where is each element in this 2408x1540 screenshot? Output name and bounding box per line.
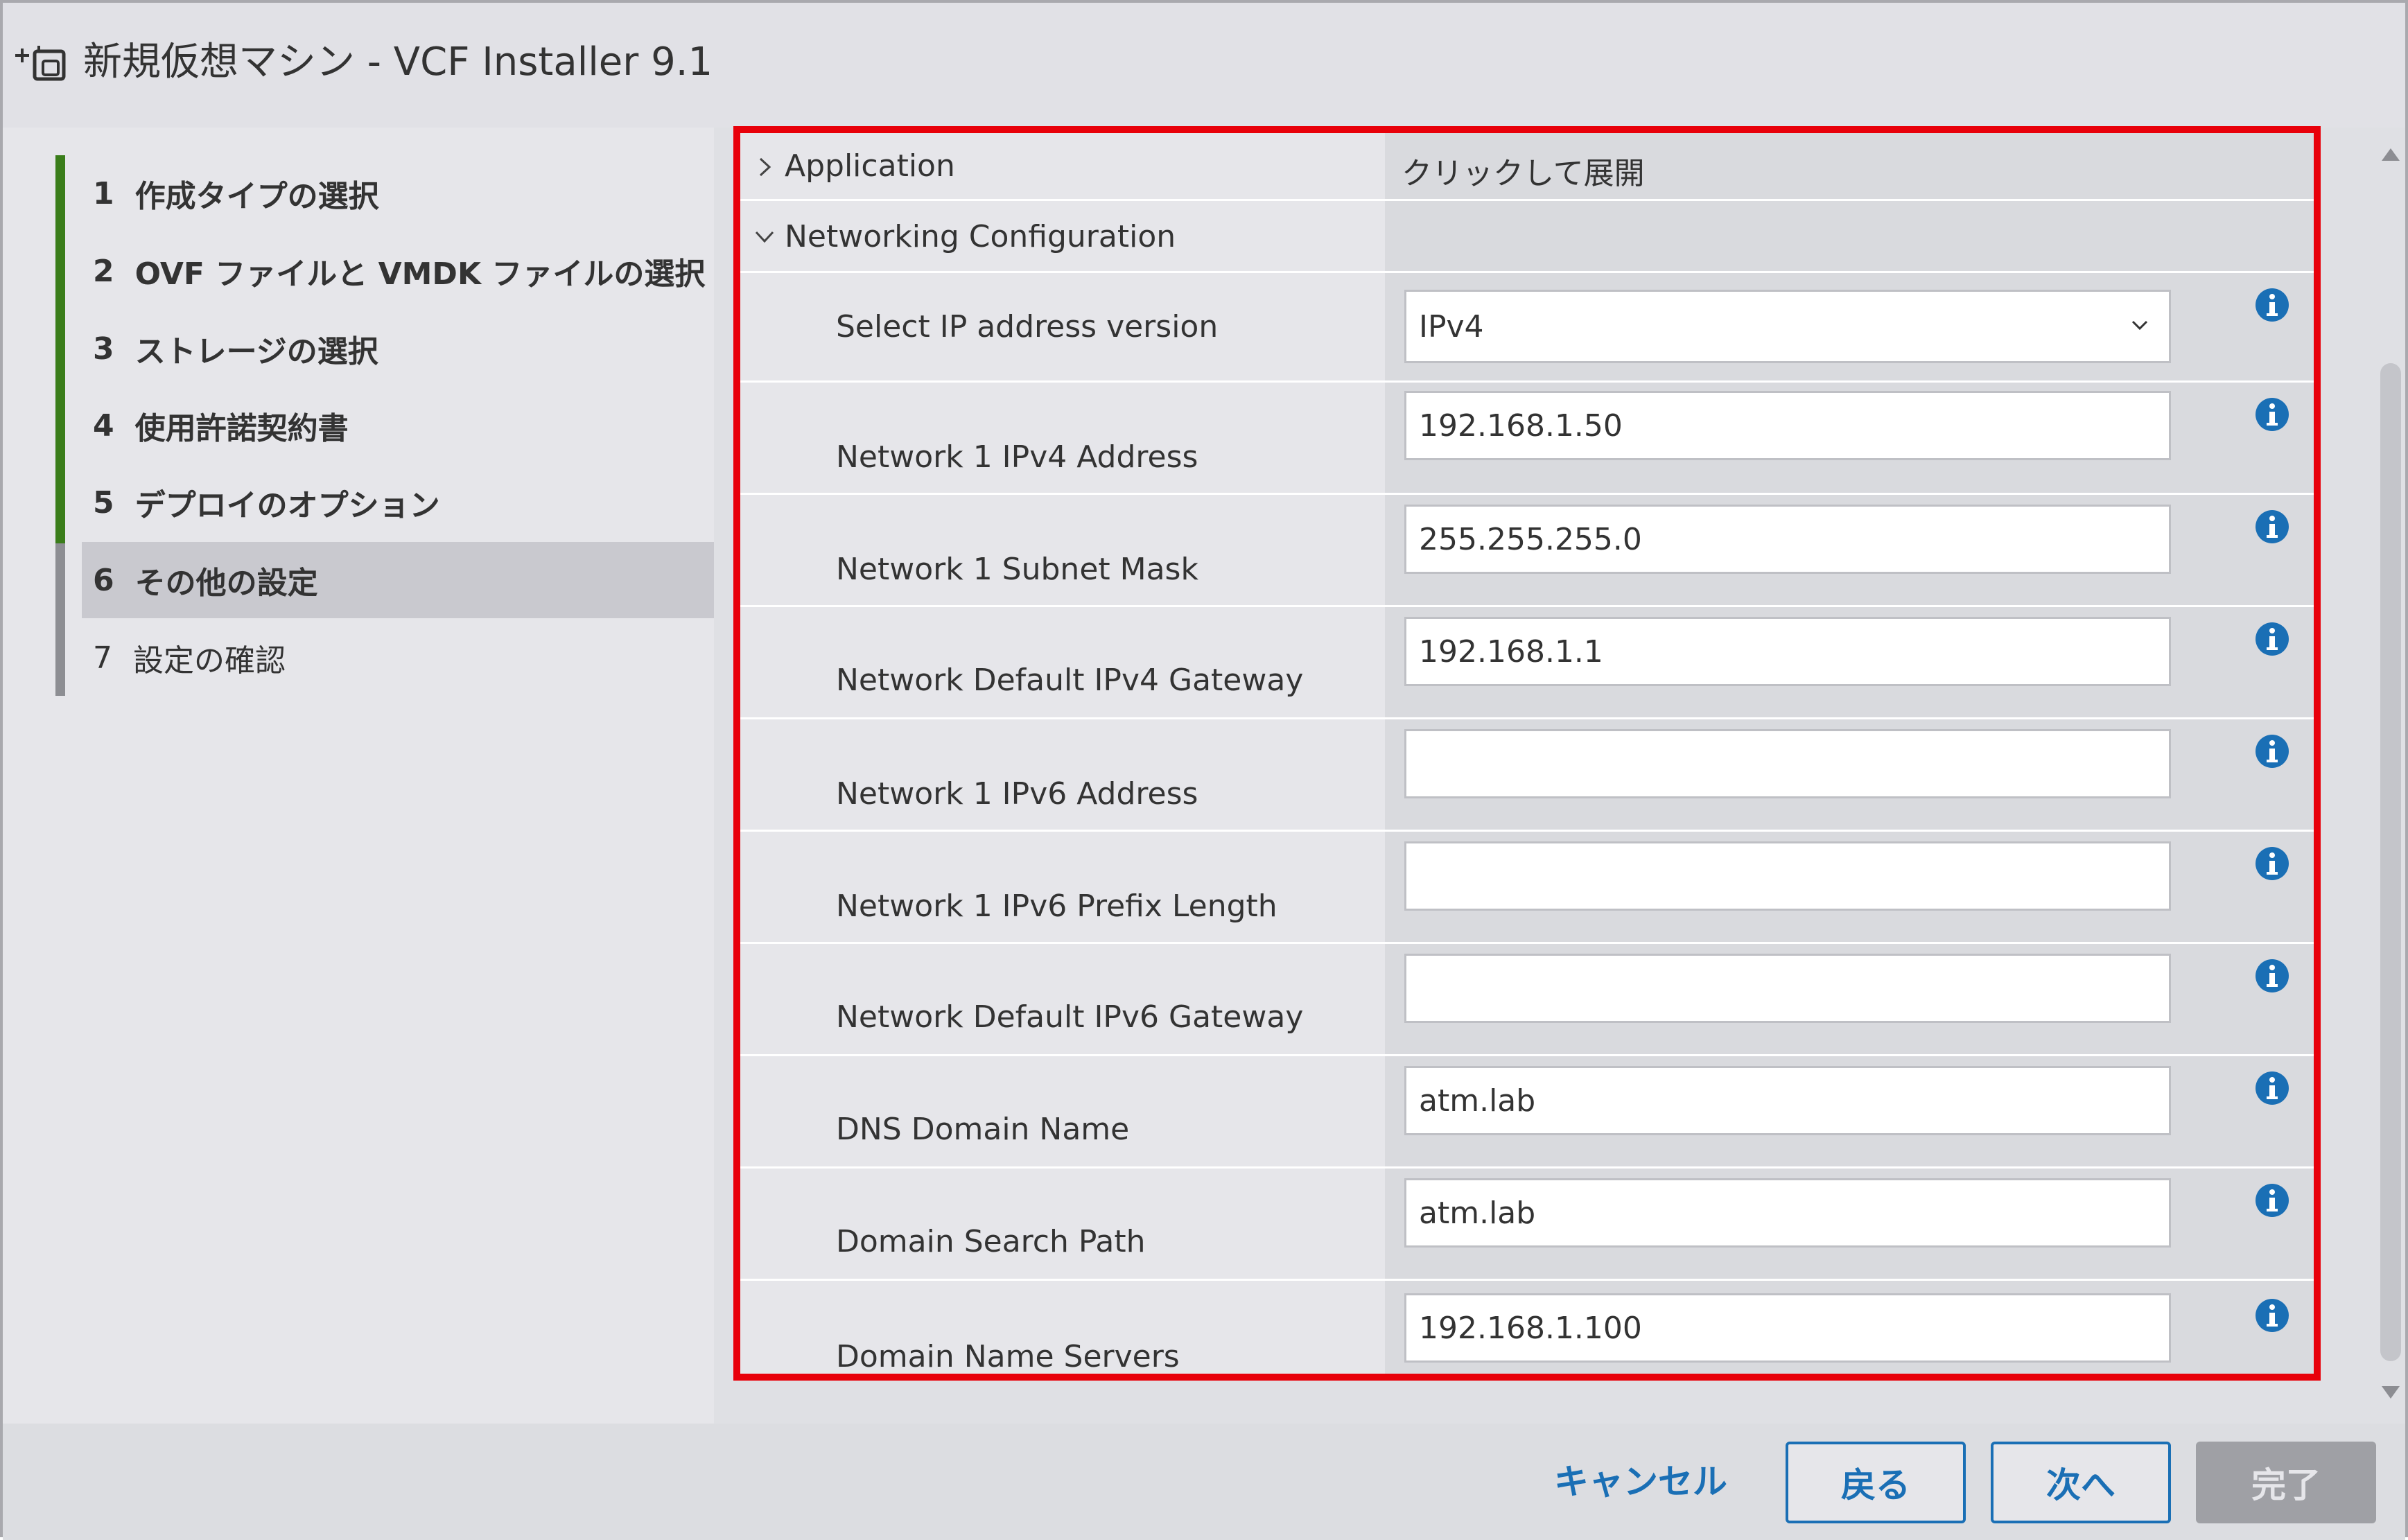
select-value: IPv4 [1419, 308, 1484, 344]
domain-name-servers-row: Domain Name Servers 192.168.1.100 [740, 1281, 2314, 1381]
deploy-ovf-icon [15, 46, 66, 81]
step-current-bar [55, 543, 65, 620]
step-7: 7 設定の確認 [55, 620, 714, 696]
input-value: 192.168.1.50 [1419, 408, 1623, 444]
step-label: その他の設定 [134, 566, 318, 601]
ipv4-address-row: Network 1 IPv4 Address 192.168.1.50 [740, 383, 2314, 495]
step-2[interactable]: 2 OVF ファイルと VMDK ファイルの選択 [55, 233, 714, 309]
ipv6-address-row: Network 1 IPv6 Address [740, 719, 2314, 832]
scroll-down-arrow-icon[interactable] [2379, 1382, 2402, 1403]
expand-hint[interactable]: クリックして展開 [1402, 148, 1645, 193]
subnet-mask-input[interactable]: 255.255.255.0 [1404, 505, 2171, 574]
ipv4-gateway-input[interactable]: 192.168.1.1 [1404, 617, 2171, 686]
info-icon[interactable] [2254, 509, 2290, 545]
step-label: ストレージの選択 [134, 334, 378, 369]
row-value-cell [1385, 201, 2314, 271]
field-label: DNS Domain Name [836, 1112, 1130, 1147]
cancel-button[interactable]: キャンセル [1554, 1454, 1727, 1504]
ipv6-address-input[interactable] [1404, 729, 2171, 798]
back-button[interactable]: 戻る [1786, 1442, 1966, 1523]
application-section-label: Application [785, 148, 955, 184]
application-section-row[interactable]: Application クリックして展開 [740, 133, 2314, 201]
step-6-current[interactable]: 6 その他の設定 [82, 542, 714, 618]
scroll-thumb[interactable] [2380, 363, 2401, 1361]
ip-version-row: Select IP address version IPv4 [740, 273, 2314, 383]
dns-domain-row: DNS Domain Name atm.lab [740, 1056, 2314, 1169]
step-1[interactable]: 1 作成タイプの選択 [55, 155, 714, 231]
info-icon[interactable] [2254, 1070, 2290, 1106]
field-label: Network 1 IPv4 Address [836, 439, 1198, 475]
ipv6-gateway-row: Network Default IPv6 Gateway [740, 944, 2314, 1056]
subnet-mask-row: Network 1 Subnet Mask 255.255.255.0 [740, 495, 2314, 607]
info-icon[interactable] [2254, 958, 2290, 994]
field-label: Network 1 Subnet Mask [836, 552, 1198, 587]
ipv6-prefix-row: Network 1 IPv6 Prefix Length [740, 832, 2314, 944]
field-label: Select IP address version [836, 309, 1219, 344]
step-label: 作成タイプの選択 [134, 179, 379, 214]
input-value: 192.168.1.1 [1419, 633, 1603, 670]
info-icon[interactable] [2254, 733, 2290, 769]
input-value: atm.lab [1419, 1195, 1536, 1231]
scroll-up-arrow-icon[interactable] [2379, 144, 2402, 165]
field-label: Network Default IPv6 Gateway [836, 999, 1304, 1035]
field-label: Domain Name Servers [836, 1339, 1180, 1374]
info-icon[interactable] [2254, 1297, 2290, 1333]
title-bar: 新規仮想マシン - VCF Installer 9.1 [3, 3, 2405, 128]
row-label-cell [740, 495, 1385, 605]
info-icon[interactable] [2254, 621, 2290, 657]
step-4[interactable]: 4 使用許諾契約書 [55, 387, 714, 464]
step-number: 3 [93, 331, 114, 367]
info-icon[interactable] [2254, 396, 2290, 432]
row-label-cell [740, 383, 1385, 493]
field-label: Network 1 IPv6 Prefix Length [836, 889, 1277, 924]
ip-version-select[interactable]: IPv4 [1404, 290, 2171, 363]
networking-section-row[interactable]: Networking Configuration [740, 201, 2314, 273]
step-number: 1 [93, 175, 114, 211]
domain-search-path-input[interactable]: atm.lab [1404, 1178, 2171, 1248]
domain-search-path-row: Domain Search Path atm.lab [740, 1169, 2314, 1281]
step-label: 使用許諾契約書 [134, 411, 349, 446]
step-3[interactable]: 3 ストレージの選択 [55, 310, 714, 387]
step-label: デプロイのオプション [134, 488, 440, 523]
networking-section-label: Networking Configuration [785, 219, 1176, 254]
ipv6-gateway-input[interactable] [1404, 954, 2171, 1023]
step-number: 6 [93, 562, 114, 598]
chevron-down-icon [2131, 320, 2148, 331]
info-icon[interactable] [2254, 846, 2290, 882]
input-value: 255.255.255.0 [1419, 521, 1642, 557]
chevron-right-icon[interactable] [754, 157, 775, 177]
step-number: 7 [93, 640, 112, 676]
info-icon[interactable] [2254, 287, 2290, 323]
info-icon[interactable] [2254, 1182, 2290, 1218]
domain-name-servers-input[interactable]: 192.168.1.100 [1404, 1293, 2171, 1363]
step-number: 2 [93, 253, 114, 289]
dns-domain-input[interactable]: atm.lab [1404, 1066, 2171, 1135]
next-button[interactable]: 次へ [1991, 1442, 2171, 1523]
row-label-cell [740, 719, 1385, 830]
input-value: 192.168.1.100 [1419, 1310, 1642, 1346]
step-number: 4 [93, 408, 114, 444]
step-label: OVF ファイルと VMDK ファイルの選択 [134, 256, 706, 292]
step-number: 5 [93, 484, 114, 520]
step-label: 設定の確認 [133, 643, 286, 679]
input-value: atm.lab [1419, 1083, 1536, 1119]
step-5[interactable]: 5 デプロイのオプション [55, 464, 714, 541]
window-title: 新規仮想マシン - VCF Installer 9.1 [83, 40, 713, 85]
ipv6-prefix-input[interactable] [1404, 841, 2171, 911]
field-label: Domain Search Path [836, 1224, 1146, 1259]
chevron-down-icon[interactable] [754, 226, 775, 247]
dialog-window: 新規仮想マシン - VCF Installer 9.1 1 作成タイプの選択 2… [0, 0, 2408, 1540]
ipv4-gateway-row: Network Default IPv4 Gateway 192.168.1.1 [740, 607, 2314, 719]
field-label: Network Default IPv4 Gateway [836, 663, 1304, 698]
field-label: Network 1 IPv6 Address [836, 776, 1198, 812]
vertical-scrollbar[interactable] [2372, 134, 2407, 1403]
row-label-cell [740, 832, 1385, 942]
finish-button: 完了 [2196, 1442, 2376, 1523]
ipv4-address-input[interactable]: 192.168.1.50 [1404, 391, 2171, 460]
